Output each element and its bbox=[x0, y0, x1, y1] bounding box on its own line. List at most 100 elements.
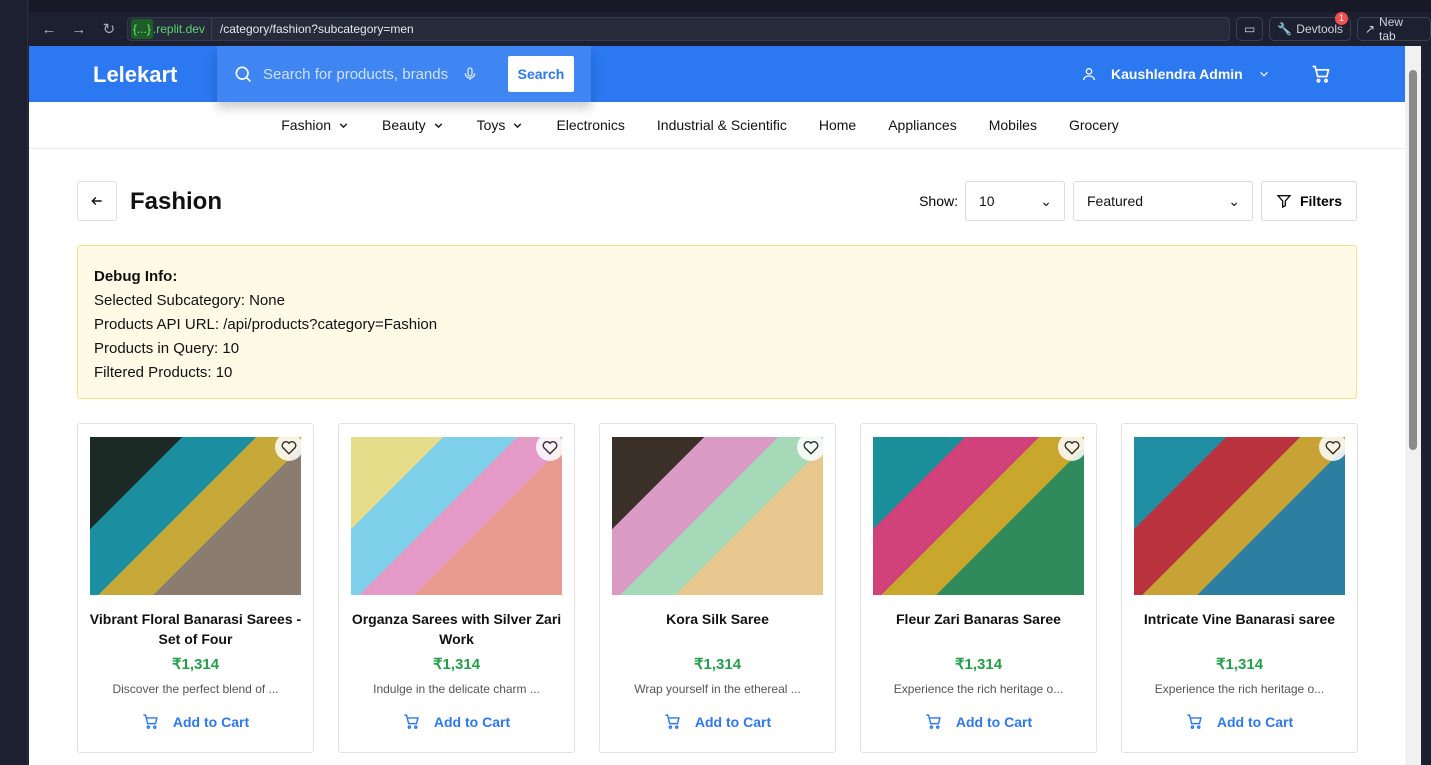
chevron-down-icon: ⌄ bbox=[1228, 192, 1240, 209]
new-tab-button[interactable]: ↗ New tab bbox=[1356, 15, 1431, 43]
wishlist-heart-icon[interactable] bbox=[1319, 433, 1347, 461]
add-to-cart-button[interactable]: Add to Cart bbox=[78, 713, 313, 730]
nav-label: Grocery bbox=[1068, 117, 1119, 133]
debug-title: Debug Info: bbox=[94, 268, 178, 285]
add-to-cart-button[interactable]: Add to Cart bbox=[339, 713, 574, 730]
nav-label: Fashion bbox=[281, 117, 332, 133]
page-toolbar: Fashion Show: 10 ⌄ Featured ⌄ Filters bbox=[77, 181, 1357, 221]
add-to-cart-button[interactable]: Add to Cart bbox=[861, 713, 1096, 730]
nav-label: Appliances bbox=[888, 117, 957, 133]
add-to-cart-label: Add to Cart bbox=[955, 713, 1033, 730]
sort-select[interactable]: Featured ⌄ bbox=[1073, 181, 1253, 221]
devtools-label: Devtools bbox=[1296, 22, 1343, 36]
scrollbar-thumb[interactable] bbox=[1409, 70, 1417, 450]
wishlist-heart-icon[interactable] bbox=[275, 433, 303, 461]
reload-icon[interactable]: ↻ bbox=[97, 20, 121, 38]
product-price: ₹1,314 bbox=[954, 656, 1003, 673]
search-input[interactable] bbox=[263, 65, 448, 83]
filters-button[interactable]: Filters bbox=[1261, 181, 1357, 221]
chevron-down-icon bbox=[339, 122, 348, 128]
debug-line: Products API URL: /api/products?category… bbox=[94, 316, 438, 333]
web-page: Lelekart Search Kaushlendra Admin Fashio… bbox=[29, 46, 1405, 765]
product-card[interactable]: Intricate Vine Banarasi saree ₹1,314 Exp… bbox=[1121, 423, 1358, 753]
show-label: Show: bbox=[919, 193, 958, 209]
devtools-badge: 1 bbox=[1334, 12, 1348, 25]
cart-icon[interactable] bbox=[1311, 64, 1331, 84]
browser-toolbar: ← → ↻ {...} .replit.dev /category/fashio… bbox=[29, 12, 1431, 46]
show-value: 10 bbox=[979, 193, 995, 209]
screen-button[interactable]: ▭ bbox=[1236, 17, 1264, 41]
debug-info: Debug Info: Selected Subcategory: None P… bbox=[77, 245, 1357, 399]
search-bar: Search bbox=[217, 46, 591, 102]
product-price: ₹1,314 bbox=[1215, 656, 1264, 673]
product-image[interactable] bbox=[90, 437, 301, 595]
add-to-cart-label: Add to Cart bbox=[433, 713, 511, 730]
product-card[interactable]: Kora Silk Saree ₹1,314 Wrap yourself in … bbox=[599, 423, 836, 753]
arrow-left-icon bbox=[91, 196, 102, 206]
product-name[interactable]: Kora Silk Saree bbox=[610, 609, 825, 629]
nav-item[interactable]: Toys bbox=[477, 117, 525, 133]
chevron-down-icon bbox=[434, 122, 442, 128]
chevron-down-icon bbox=[1259, 71, 1268, 77]
product-card[interactable]: Vibrant Floral Banarasi Sarees - Set of … bbox=[77, 423, 314, 753]
product-image[interactable] bbox=[873, 437, 1084, 595]
user-name: Kaushlendra Admin bbox=[1111, 66, 1243, 82]
product-image[interactable] bbox=[612, 437, 823, 595]
search-button[interactable]: Search bbox=[508, 56, 574, 92]
nav-label: Electronics bbox=[556, 117, 625, 133]
add-to-cart-button[interactable]: Add to Cart bbox=[1122, 713, 1357, 730]
debug-line: Products in Query: 10 bbox=[94, 340, 240, 357]
cart-icon bbox=[404, 714, 419, 729]
nav-item[interactable]: Fashion bbox=[281, 117, 350, 133]
nav-item[interactable]: Grocery bbox=[1069, 117, 1119, 133]
chevron-down-icon: ⌄ bbox=[1040, 192, 1052, 209]
product-description: Indulge in the delicate charm ... bbox=[373, 682, 540, 696]
nav-item[interactable]: Beauty bbox=[382, 117, 445, 133]
product-name[interactable]: Intricate Vine Banarasi saree bbox=[1132, 609, 1347, 629]
sort-value: Featured bbox=[1087, 193, 1144, 209]
product-description: Experience the rich heritage o... bbox=[1154, 682, 1325, 696]
product-name[interactable]: Organza Sarees with Silver Zari Work bbox=[349, 609, 564, 649]
add-to-cart-label: Add to Cart bbox=[172, 713, 250, 730]
product-card[interactable]: Organza Sarees with Silver Zari Work ₹1,… bbox=[338, 423, 575, 753]
wishlist-heart-icon[interactable] bbox=[536, 433, 564, 461]
product-name[interactable]: Fleur Zari Banaras Saree bbox=[871, 609, 1086, 629]
product-image[interactable] bbox=[351, 437, 562, 595]
product-card[interactable]: Fleur Zari Banaras Saree ₹1,314 Experien… bbox=[860, 423, 1097, 753]
product-description: Discover the perfect blend of ... bbox=[112, 682, 279, 696]
back-icon[interactable]: ← bbox=[37, 21, 61, 38]
nav-label: Toys bbox=[476, 117, 506, 133]
nav-item[interactable]: Industrial & Scientific bbox=[657, 117, 787, 133]
debug-line: Selected Subcategory: None bbox=[94, 292, 285, 309]
show-select[interactable]: 10 ⌄ bbox=[965, 181, 1065, 221]
address-bar[interactable]: {...} .replit.dev /category/fashion?subc… bbox=[126, 17, 1230, 41]
add-to-cart-label: Add to Cart bbox=[694, 713, 772, 730]
nav-item[interactable]: Home bbox=[819, 117, 856, 133]
wishlist-heart-icon[interactable] bbox=[1058, 433, 1086, 461]
filters-label: Filters bbox=[1299, 193, 1342, 209]
scrollbar[interactable] bbox=[1405, 46, 1421, 765]
category-nav: Fashion Beauty Toys Electronics Industrial &… bbox=[29, 102, 1405, 149]
nav-item[interactable]: Mobiles bbox=[989, 117, 1037, 133]
wishlist-heart-icon[interactable] bbox=[797, 433, 825, 461]
back-button[interactable] bbox=[77, 181, 117, 221]
nav-item[interactable]: Electronics bbox=[556, 117, 624, 133]
product-image[interactable] bbox=[1134, 437, 1345, 595]
site-header: Lelekart Search Kaushlendra Admin bbox=[29, 46, 1405, 102]
product-name[interactable]: Vibrant Floral Banarasi Sarees - Set of … bbox=[88, 609, 303, 649]
filter-icon bbox=[1276, 195, 1292, 209]
microphone-icon[interactable] bbox=[462, 65, 478, 83]
domain: .replit.dev bbox=[153, 18, 212, 40]
forward-icon[interactable]: → bbox=[67, 21, 91, 38]
search-icon bbox=[235, 66, 252, 83]
add-to-cart-button[interactable]: Add to Cart bbox=[600, 713, 835, 730]
nav-item[interactable]: Appliances bbox=[888, 117, 957, 133]
nav-label: Beauty bbox=[382, 117, 426, 133]
url-path: /category/fashion?subcategory=men bbox=[219, 22, 414, 36]
product-price: ₹1,314 bbox=[171, 656, 220, 673]
user-menu[interactable]: Kaushlendra Admin bbox=[1081, 65, 1271, 83]
cart-icon bbox=[1187, 714, 1202, 729]
logo[interactable]: Lelekart bbox=[93, 62, 177, 88]
page-title: Fashion bbox=[130, 188, 223, 215]
devtools-button[interactable]: 🔧 Devtools 1 bbox=[1269, 12, 1351, 41]
